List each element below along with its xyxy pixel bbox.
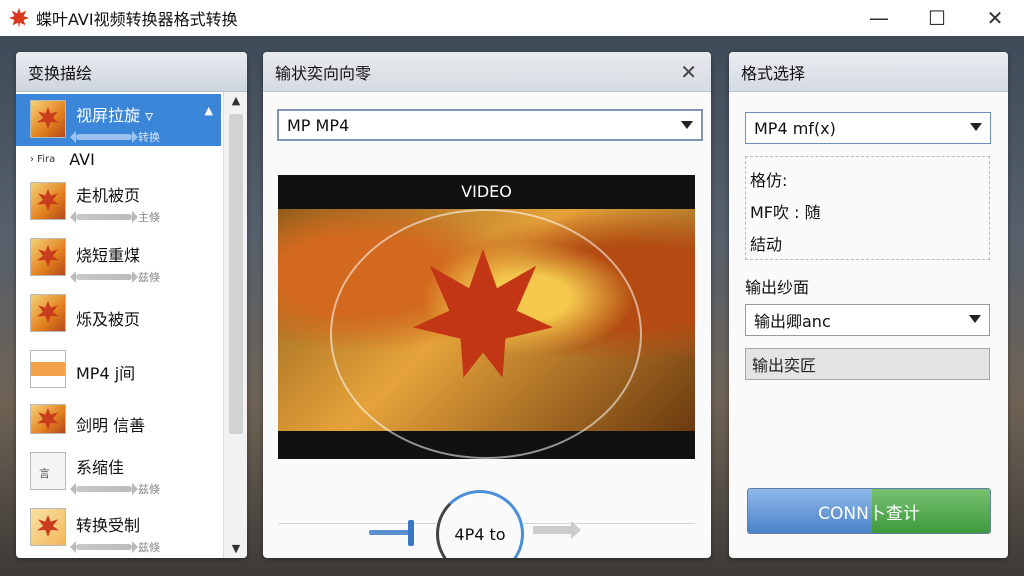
- list-item[interactable]: › Fira AVI: [16, 148, 221, 174]
- source-format-value: MP MP4: [287, 115, 350, 135]
- file-type-prefix: › Fira: [30, 154, 56, 165]
- list-item-label: 视屏拉旋 ▿: [76, 106, 154, 125]
- chevron-down-icon: [969, 315, 981, 323]
- arrow-up-icon: ▲: [204, 104, 213, 117]
- list-item-label: 烧短重煤: [76, 246, 141, 265]
- info-line: 格仿:: [750, 171, 788, 190]
- convert-button-label: CONN卜查计: [818, 503, 920, 524]
- scroll-thumb[interactable]: [229, 114, 243, 434]
- app-title: 蝶叶AVI视频转换器格式转换: [36, 10, 238, 29]
- output-select-value: 输出卿anc: [754, 312, 831, 331]
- convert-button[interactable]: CONN卜查计: [747, 488, 991, 534]
- autumn-leaf-image: [278, 209, 695, 459]
- list-item[interactable]: 烧短重煤 兹倏: [16, 234, 221, 286]
- chevron-down-icon: [681, 121, 693, 129]
- source-list-panel: 变换描绘 视屏拉旋 ▿ 转换 ▲ › Fira AVI 走机被页 主倏 烧短重煤: [16, 52, 247, 558]
- left-panel-title: 变换描绘: [16, 52, 247, 92]
- list-item[interactable]: 走机被页 主倏: [16, 178, 221, 230]
- double-arrow-icon: [70, 483, 138, 495]
- list-item-label: AVI: [69, 150, 95, 169]
- list-item[interactable]: 烁及被页: [16, 294, 221, 342]
- scroll-up-icon[interactable]: ▲: [224, 92, 247, 110]
- thumbnail-leaf: [30, 508, 66, 546]
- volume-slider-track[interactable]: [369, 530, 413, 535]
- playback-controls: 4P4 to: [263, 460, 711, 558]
- list-item-sub: 兹倏: [138, 271, 160, 284]
- thumbnail-leaf: [30, 238, 66, 276]
- thumbnail-leaf: [30, 294, 66, 332]
- list-item-sub: 兹倏: [138, 541, 160, 554]
- double-arrow-icon: [70, 271, 138, 283]
- output-path-value: 输出奕匠: [752, 356, 817, 375]
- thumbnail-leaf: [30, 182, 66, 220]
- info-line: 結动: [750, 235, 783, 254]
- double-arrow-icon: [70, 541, 138, 553]
- chevron-down-icon: [970, 123, 982, 131]
- preview-panel: 输状奕向向零 ✕ MP MP4 VIDEO 4P4 to: [263, 52, 711, 558]
- thumbnail-leaf: [30, 404, 66, 434]
- list-item-label: 剑明 信善: [76, 416, 146, 435]
- scroll-down-icon[interactable]: ▼: [224, 540, 247, 558]
- video-label: VIDEO: [461, 182, 512, 201]
- middle-panel-title: 输状奕向向零: [263, 52, 711, 92]
- format-info-box: 格仿: MF吹 : 随 結动: [745, 156, 990, 260]
- minimize-button[interactable]: —: [850, 0, 908, 36]
- document-icon: 言: [30, 452, 66, 490]
- maximize-button[interactable]: ☐: [908, 0, 966, 36]
- source-format-select[interactable]: MP MP4: [277, 109, 703, 141]
- list-item-sub: 主倏: [138, 211, 160, 224]
- list-item-label: 转换受制: [76, 516, 141, 535]
- thumbnail-screenshot: [30, 350, 66, 388]
- dial-text: 4P4 to: [454, 524, 506, 544]
- list-item-label: MP4 j间: [76, 364, 136, 383]
- list-item-label: 烁及被页: [76, 310, 141, 329]
- close-window-button[interactable]: ✕: [966, 0, 1024, 36]
- list-item-sub: 兹倏: [138, 483, 160, 496]
- list-item[interactable]: 视屏拉旋 ▿ 转换 ▲: [16, 94, 221, 146]
- list-item[interactable]: 剑明 信善: [16, 404, 221, 448]
- target-format-value: MP4 mf(x): [754, 118, 836, 138]
- format-panel: 格式选择 MP4 mf(x) 格仿: MF吹 : 随 結动 输出纱面 输出卿an…: [729, 52, 1008, 558]
- video-preview[interactable]: VIDEO: [278, 175, 695, 459]
- target-format-select[interactable]: MP4 mf(x): [745, 112, 991, 144]
- arrow-right-icon[interactable]: [533, 521, 581, 539]
- volume-slider-knob[interactable]: [408, 520, 414, 546]
- output-select[interactable]: 输出卿anc: [745, 304, 990, 336]
- list-item[interactable]: MP4 j间: [16, 350, 221, 396]
- list-item-sub: 转换: [138, 131, 160, 144]
- right-panel-title: 格式选择: [729, 52, 1008, 92]
- info-line: MF吹 : 随: [750, 203, 821, 222]
- close-icon[interactable]: ✕: [680, 60, 697, 84]
- conversion-dial[interactable]: 4P4 to: [436, 490, 524, 558]
- output-section-label: 输出纱面: [745, 278, 810, 297]
- list-item[interactable]: 言 系缩佳 兹倏: [16, 452, 221, 502]
- list-item-label: 系缩佳: [76, 458, 125, 477]
- title-bar: 蝶叶AVI视频转换器格式转换 — ☐ ✕: [0, 0, 1024, 36]
- list-scrollbar[interactable]: ▲ ▼: [223, 92, 247, 558]
- double-arrow-icon: [70, 131, 138, 143]
- maple-leaf-logo-icon: [8, 7, 30, 29]
- list-item-label: 走机被页: [76, 186, 141, 205]
- thumbnail-leaf: [30, 100, 66, 138]
- list-item[interactable]: 转换受制 兹倏: [16, 508, 221, 558]
- output-path-field[interactable]: 输出奕匠: [745, 348, 990, 380]
- file-list: 视屏拉旋 ▿ 转换 ▲ › Fira AVI 走机被页 主倏 烧短重煤 兹倏 烁…: [16, 92, 221, 558]
- double-arrow-icon: [70, 211, 138, 223]
